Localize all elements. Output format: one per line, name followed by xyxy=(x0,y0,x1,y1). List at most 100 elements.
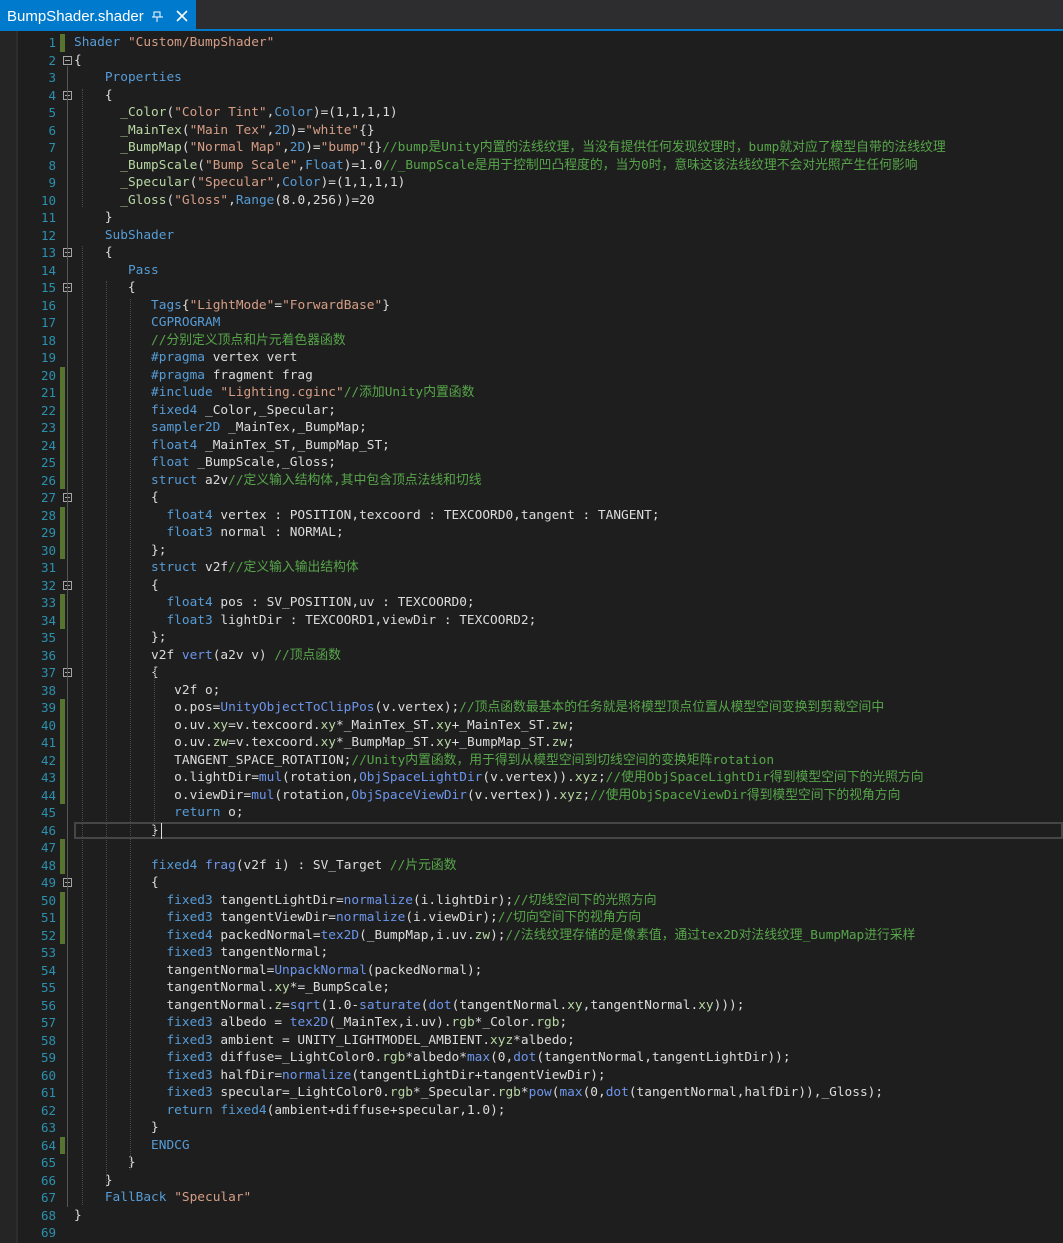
code-line[interactable]: Properties xyxy=(74,69,182,87)
code-line[interactable]: { xyxy=(74,279,136,297)
code-line[interactable]: o.uv.zw=v.texcoord.xy*_BumpMap_ST.xy+_Bu… xyxy=(74,734,575,752)
code-line[interactable]: fixed3 tangentLightDir=normalize(i.light… xyxy=(74,892,656,910)
code-line[interactable]: } xyxy=(74,1207,82,1225)
code-line[interactable]: #pragma fragment frag xyxy=(74,367,313,385)
code-token: dot xyxy=(605,1085,629,1100)
code-line[interactable]: tangentNormal=UnpackNormal(packedNormal)… xyxy=(74,962,482,980)
code-line[interactable]: fixed3 diffuse=_LightColor0.rgb*albedo*m… xyxy=(74,1049,791,1067)
code-line[interactable]: Shader "Custom/BumpShader" xyxy=(74,34,274,52)
code-line[interactable]: return o; xyxy=(74,804,243,822)
code-line[interactable]: { xyxy=(74,874,159,892)
code-line[interactable]: tangentNormal.z=sqrt(1.0-saturate(dot(ta… xyxy=(74,997,744,1015)
code-token: dot xyxy=(513,1050,537,1065)
code-token: (0, xyxy=(582,1085,606,1100)
code-token: ; xyxy=(597,770,606,785)
code-line[interactable]: //分别定义顶点和片元着色器函数 xyxy=(74,332,346,350)
code-line[interactable]: float3 lightDir : TEXCOORD1,viewDir : TE… xyxy=(74,612,536,630)
code-line[interactable]: _BumpScale("Bump Scale",Float)=1.0//_Bum… xyxy=(74,157,917,175)
code-line[interactable]: o.uv.xy=v.texcoord.xy*_MainTex_ST.xy+_Ma… xyxy=(74,717,575,735)
code-line[interactable]: o.viewDir=mul(rotation,ObjSpaceViewDir(v… xyxy=(74,787,900,805)
code-line[interactable]: v2f vert(a2v v) //顶点函数 xyxy=(74,647,341,665)
code-line[interactable]: } xyxy=(74,1119,159,1137)
code-line[interactable]: _Color("Color Tint",Color)=(1,1,1,1) xyxy=(74,104,397,122)
code-line[interactable]: _MainTex("Main Tex",2D)="white"{} xyxy=(74,122,374,140)
code-line[interactable]: fixed3 specular=_LightColor0.rgb*_Specul… xyxy=(74,1084,883,1102)
code-token: (0, xyxy=(490,1050,514,1065)
code-token: pow xyxy=(528,1085,552,1100)
code-line[interactable]: float4 pos : SV_POSITION,uv : TEXCOORD0; xyxy=(74,594,475,612)
code-line[interactable]: fixed3 albedo = tex2D(_MainTex,i.uv).rgb… xyxy=(74,1014,567,1032)
code-line[interactable]: fixed3 ambient = UNITY_LIGHTMODEL_AMBIEN… xyxy=(74,1032,574,1050)
code-line[interactable]: v2f o; xyxy=(74,682,220,700)
code-line[interactable]: fixed4 frag(v2f i) : SV_Target //片元函数 xyxy=(74,857,457,875)
code-token: (v.vertex)). xyxy=(466,787,560,803)
code-line[interactable]: { xyxy=(74,664,159,682)
code-line[interactable]: tangentNormal.xy*=_BumpScale; xyxy=(74,979,389,997)
code-line[interactable]: _Gloss("Gloss",Range(8.0,256))=20 xyxy=(74,192,374,210)
code-token: ); xyxy=(490,927,506,943)
code-token: } xyxy=(74,1155,136,1170)
code-line[interactable]: fixed3 tangentViewDir=normalize(i.viewDi… xyxy=(74,909,641,927)
code-token: normal : NORMAL; xyxy=(212,525,344,540)
code-line[interactable]: float4 _MainTex_ST,_BumpMap_ST; xyxy=(74,437,390,455)
line-number: 23 xyxy=(40,420,56,435)
tab-bumpshader[interactable]: BumpShader.shader xyxy=(0,0,196,31)
code-line[interactable]: }; xyxy=(74,542,166,560)
code-line[interactable]: SubShader xyxy=(74,227,174,245)
line-number: 28 xyxy=(40,507,56,523)
code-line[interactable]: o.pos=UnityObjectToClipPos(v.vertex);//顶… xyxy=(74,699,884,717)
code-line[interactable]: float _BumpScale,_Gloss; xyxy=(74,454,336,472)
code-line[interactable]: o.lightDir=mul(rotation,ObjSpaceLightDir… xyxy=(74,769,923,787)
code-token: //片元函数 xyxy=(389,857,457,873)
code-line[interactable]: { xyxy=(74,244,113,262)
code-line[interactable]: } xyxy=(74,1154,136,1172)
line-number: 11 xyxy=(40,210,56,225)
code-line[interactable]: }; xyxy=(74,629,166,647)
code-line[interactable]: fixed4 _Color,_Specular; xyxy=(74,402,336,420)
code-line[interactable]: float4 vertex : POSITION,texcoord : TEXC… xyxy=(74,507,659,525)
code-line[interactable]: struct v2f//定义输入输出结构体 xyxy=(74,559,359,577)
close-icon[interactable] xyxy=(175,9,189,23)
code-token: saturate xyxy=(359,997,421,1013)
line-number: 52 xyxy=(40,927,56,943)
code-line[interactable]: { xyxy=(74,87,113,105)
code-line[interactable]: } xyxy=(74,209,113,227)
collapse-icon[interactable] xyxy=(63,55,72,65)
pin-icon[interactable] xyxy=(152,10,164,22)
code-line[interactable]: #include "Lighting.cginc"//添加Unity内置函数 xyxy=(74,384,474,402)
code-line[interactable]: #pragma vertex vert xyxy=(74,349,297,367)
code-line[interactable]: float3 normal : NORMAL; xyxy=(74,524,344,542)
code-line[interactable]: FallBack "Specular" xyxy=(74,1189,251,1207)
code-line[interactable]: _BumpMap("Normal Map",2D)="bump"{}//bump… xyxy=(74,139,946,157)
code-line[interactable]: _Specular("Specular",Color)=(1,1,1,1) xyxy=(74,174,405,192)
code-line[interactable]: { xyxy=(74,52,82,70)
code-line[interactable]: fixed3 halfDir=normalize(tangentLightDir… xyxy=(74,1067,605,1085)
code-token: (ambient+diffuse+specular,1.0); xyxy=(266,1102,506,1118)
code-line[interactable]: fixed3 tangentNormal; xyxy=(74,944,328,962)
code-line[interactable]: return fixed4(ambient+diffuse+specular,1… xyxy=(74,1102,505,1120)
code-line[interactable]: Tags{"LightMode"="ForwardBase"} xyxy=(74,297,390,315)
code-line[interactable]: ENDCG xyxy=(74,1137,190,1155)
code-line[interactable]: struct a2v//定义输入结构体,其中包含顶点法线和切线 xyxy=(74,472,482,490)
code-token: fixed3 xyxy=(166,892,213,908)
code-line[interactable]: Pass xyxy=(74,262,159,280)
code-line[interactable]: { xyxy=(74,577,159,595)
line-number: 7 xyxy=(48,140,56,155)
code-token: #pragma xyxy=(151,350,205,365)
code-token: Range xyxy=(235,192,275,208)
code-editor[interactable]: 1 2 3 4 5 6 7 8 9 10 11 12 13 14 15 16 17 18 19 20 21 22 23 24 2… xyxy=(0,31,1063,1243)
code-line[interactable]: sampler2D _MainTex,_BumpMap; xyxy=(74,419,367,437)
code-line[interactable]: CGPROGRAM xyxy=(74,314,220,332)
code-line[interactable]: { xyxy=(74,489,159,507)
line-number: 67 xyxy=(40,1190,56,1205)
code-line[interactable]: TANGENT_SPACE_ROTATION;//Unity内置函数，用于得到从… xyxy=(74,752,774,770)
code-line[interactable]: fixed4 packedNormal=tex2D(_BumpMap,i.uv.… xyxy=(74,927,915,945)
code-token: (tangentNormal,tangentLightDir)); xyxy=(536,1050,791,1065)
code-token: pos : SV_POSITION,uv : TEXCOORD0; xyxy=(212,595,475,610)
line-number: 55 xyxy=(40,980,56,995)
line-number: 51 xyxy=(40,910,56,925)
code-token: rgb xyxy=(382,1050,406,1065)
